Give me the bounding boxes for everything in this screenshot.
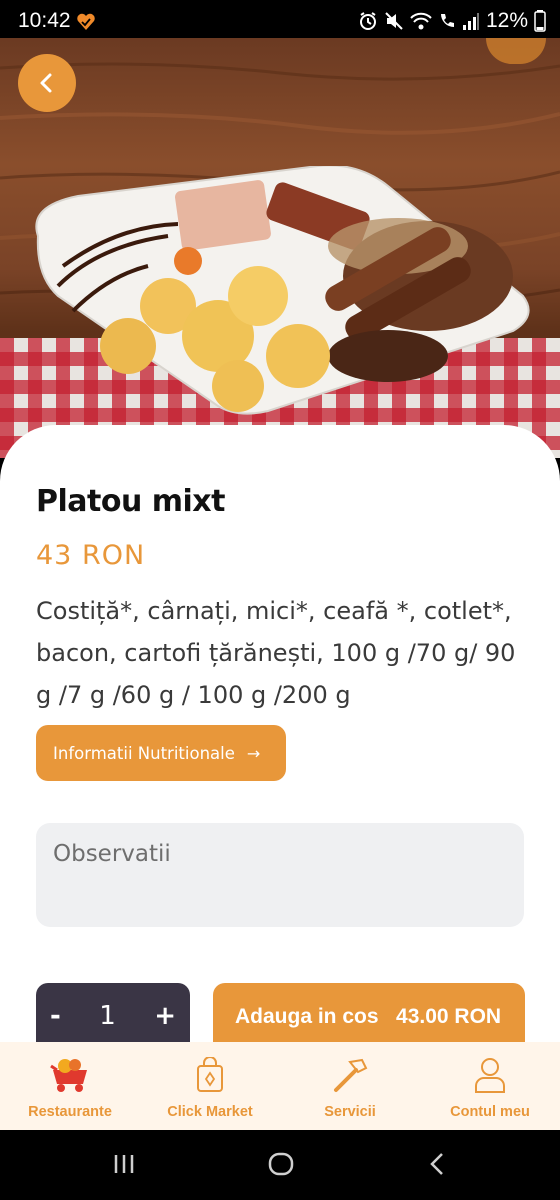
nav-label-servicii: Servicii [324,1104,376,1120]
product-image [0,38,560,458]
hammer-icon [329,1054,371,1096]
nutrition-info-label: Informatii Nutritionale [53,743,235,763]
status-time: 10:42 [18,9,71,32]
product-price: 43 RON [36,540,146,571]
increase-quantity-button[interactable]: + [154,1001,176,1031]
status-icons: 12% [358,9,546,33]
user-icon [469,1054,511,1096]
decrease-quantity-button[interactable]: - [50,1001,61,1031]
notes-field[interactable] [36,823,524,927]
nav-item-contul-meu[interactable]: Contul meu [420,1042,560,1130]
nutrition-info-button[interactable]: Informatii Nutritionale → [36,725,286,781]
signal-icon [462,13,479,30]
bottom-navigation: Restaurante Click Market Servicii Contul… [0,1042,560,1130]
alarm-icon [359,12,376,30]
quantity-value: 1 [99,1001,116,1031]
arrow-right-icon: → [246,743,261,763]
product-description: Costiță*, cârnați, mici*, ceafă *, cotle… [36,597,516,709]
nav-item-restaurante[interactable]: Restaurante [0,1042,140,1130]
chevron-left-icon [40,73,52,93]
shopping-bag-icon [189,1054,231,1096]
nav-item-click-market[interactable]: Click Market [140,1042,280,1130]
home-icon[interactable] [268,1152,294,1176]
food-cart-icon [49,1054,91,1096]
nav-label-click-market: Click Market [167,1104,253,1120]
battery-percent: 12% [485,9,528,32]
food-plate [35,166,530,415]
system-navigation-bar [0,1130,560,1200]
back-button[interactable] [18,54,76,112]
mute-icon [385,12,403,30]
nav-label-restaurante: Restaurante [28,1104,112,1120]
nav-item-servicii[interactable]: Servicii [280,1042,420,1130]
recent-apps-icon[interactable] [112,1152,136,1176]
add-to-cart-label: Adauga in cos 43.00 RON [235,1005,502,1028]
heart-app-icon [77,13,95,31]
call-icon [440,14,454,27]
back-nav-icon[interactable] [428,1152,448,1176]
nav-label-contul-meu: Contul meu [450,1104,530,1120]
product-title: Platou mixt [36,484,226,519]
wifi-icon [410,12,432,30]
battery-icon [534,10,546,32]
